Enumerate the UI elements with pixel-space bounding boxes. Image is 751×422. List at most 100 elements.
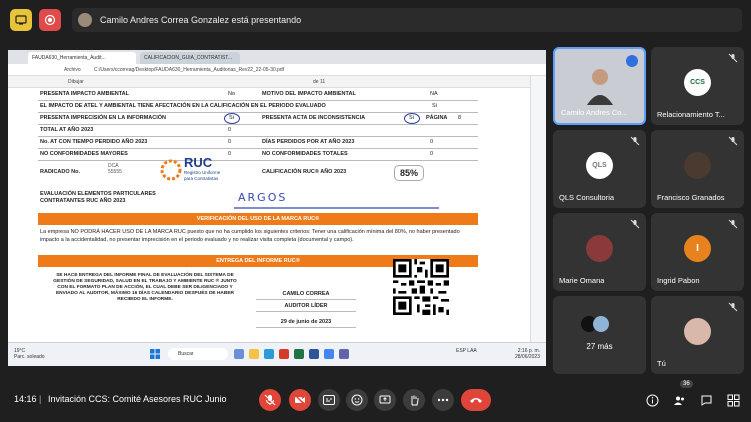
- row-value: No: [228, 91, 236, 97]
- participant-tile[interactable]: QLS QLS Consultoria: [553, 130, 646, 208]
- present-button[interactable]: [374, 389, 396, 411]
- dca-number: 55555: [108, 169, 122, 175]
- mic-off-icon: [630, 136, 640, 146]
- doc-row: PRESENTA IMPACTO AMBIENTAL No MOTIVO DEL…: [38, 89, 478, 101]
- doc-row: EL IMPACTO DE ATEL Y AMBIENTAL TIENE AFE…: [38, 101, 478, 113]
- weather-desc: Parc. soleado: [14, 354, 45, 360]
- signer-role: AUDITOR LÍDER: [256, 301, 356, 312]
- mic-off-icon: [728, 136, 738, 146]
- taskbar-clock[interactable]: 2:16 p. m. 28/06/2023: [515, 348, 540, 360]
- participant-tile[interactable]: Camilo Andres Co...: [553, 47, 646, 125]
- word-icon[interactable]: [309, 349, 319, 359]
- row-label: No. AT CON TIEMPO PERDIDO AÑO 2023: [40, 139, 148, 145]
- participant-name: Ingrid Pabon: [657, 276, 700, 285]
- draw-button[interactable]: Dibujar: [68, 79, 84, 85]
- teams-icon[interactable]: [339, 349, 349, 359]
- more-vertical-icon: [437, 398, 449, 402]
- hang-up-icon: [470, 398, 482, 403]
- reactions-button[interactable]: [346, 389, 368, 411]
- browser-tab-active[interactable]: FAUDA630_Herramienta_Audit...: [28, 52, 136, 64]
- participant-tile[interactable]: CCS Relacionamiento T...: [651, 47, 744, 125]
- participant-name: Francisco Granados: [657, 193, 725, 202]
- meeting-info-button[interactable]: [643, 391, 661, 409]
- address-bar[interactable]: Archivo C:/Users/ccorreag/Desktop/FAUDA6…: [8, 64, 546, 76]
- row-label: PRESENTA IMPACTO AMBIENTAL: [40, 91, 130, 97]
- app-icon[interactable]: [279, 349, 289, 359]
- presenter-text: Camilo Andres Correa Gonzalez está prese…: [100, 15, 302, 25]
- participant-video: [587, 69, 613, 105]
- windows-start-icon[interactable]: [150, 349, 160, 359]
- separator: |: [39, 394, 42, 404]
- more-options-button[interactable]: [432, 389, 454, 411]
- mic-off-icon: [264, 394, 276, 406]
- activities-icon: [727, 394, 739, 406]
- row-value-right: 0: [430, 151, 434, 157]
- page-value: 8: [458, 115, 462, 121]
- ruc-sub2: para Contratistas: [184, 176, 219, 181]
- doc-row: PRESENTA IMPRECISIÓN EN LA INFORMACIÓN S…: [38, 113, 478, 125]
- meeting-controls: 14:16 | Invitación CCS: Comité Asesores …: [0, 378, 751, 422]
- app-icon[interactable]: [234, 349, 244, 359]
- people-icon: [673, 396, 684, 405]
- share-screen-icon[interactable]: [10, 9, 32, 31]
- browser-sidebar: [530, 76, 546, 342]
- record-icon[interactable]: [39, 9, 61, 31]
- excel-icon[interactable]: [294, 349, 304, 359]
- page-label: PÁGINA: [426, 115, 448, 121]
- language-indicator[interactable]: ESP LAA: [456, 348, 477, 354]
- row-label: TOTAL AT AÑO 2023: [40, 127, 94, 133]
- qr-code: [393, 259, 449, 315]
- ruc-logo-text: RUC: [184, 155, 213, 170]
- more-participants-tile[interactable]: 27 más: [553, 296, 646, 374]
- mic-toggle-button[interactable]: [259, 389, 281, 411]
- verif-text: La empresa NO PODRÁ HACER USO DE LA MARC…: [40, 229, 460, 243]
- participant-avatar: [586, 235, 613, 262]
- ruc-sub1: Registro Uniforme: [184, 170, 221, 175]
- participant-tile[interactable]: Francisco Granados: [651, 130, 744, 208]
- row-value-right: 0: [430, 139, 434, 145]
- mic-off-icon: [728, 302, 738, 312]
- leave-call-button[interactable]: [461, 389, 491, 411]
- participant-tile[interactable]: Marie Omana: [553, 213, 646, 291]
- self-tile[interactable]: Tú: [651, 296, 744, 374]
- doc-row: TOTAL AT AÑO 2023 0: [38, 125, 478, 137]
- eval-label: EVALUACIÓN ELEMENTOS PARTICULARES CONTRA…: [40, 191, 156, 204]
- taskbar-search[interactable]: Buscar: [168, 348, 228, 360]
- edge-icon[interactable]: [264, 349, 274, 359]
- ruc-logo: RUC Registro Uniforme para Contratistas: [160, 155, 230, 185]
- row-value-right: Si: [409, 115, 414, 121]
- activities-button[interactable]: [724, 391, 742, 409]
- emoji-icon: [351, 394, 363, 406]
- doc-row: No. AT CON TIEMPO PERDIDO AÑO 2023 0 DÍA…: [38, 137, 478, 149]
- file-path: C:/Users/ccorreag/Desktop/FAUDA630_Herra…: [94, 67, 285, 73]
- row-label: PRESENTA IMPRECISIÓN EN LA INFORMACIÓN: [40, 115, 166, 121]
- mic-off-icon: [728, 219, 738, 229]
- present-screen-icon: [379, 395, 391, 404]
- participant-name: Camilo Andres Co...: [561, 108, 628, 117]
- folder-icon[interactable]: [249, 349, 259, 359]
- chrome-icon[interactable]: [324, 349, 334, 359]
- presenter-banner: Camilo Andres Correa Gonzalez está prese…: [72, 8, 742, 32]
- ruc-emblem-icon: [160, 159, 182, 181]
- chat-button[interactable]: [697, 391, 715, 409]
- row-value: 0: [228, 127, 232, 133]
- row-value: Si: [229, 115, 234, 121]
- camera-toggle-button[interactable]: [289, 389, 311, 411]
- shared-screen: FAUDA630_Herramienta_Audit... CALIFICACI…: [8, 50, 546, 366]
- captions-button[interactable]: [318, 389, 340, 411]
- row-label-right: NO CONFORMIDADES TOTALES: [262, 151, 348, 157]
- row-label-right: DÍAS PERDIDOS POR AT AÑO 2023: [262, 139, 355, 145]
- pdf-document: PRESENTA IMPACTO AMBIENTAL No MOTIVO DEL…: [38, 89, 528, 351]
- verif-header: VERIFICACIÓN DEL USO DE LA MARCA RUC®: [38, 213, 478, 225]
- weather-widget[interactable]: 19°C Parc. soleado: [14, 348, 45, 360]
- browser-tab-inactive[interactable]: CALIFICACION_GUIA_CONTRATIST...: [140, 52, 240, 64]
- page-counter: de 11: [313, 79, 326, 85]
- row-label: NO CONFORMIDADES MAYORES: [40, 151, 128, 157]
- participant-tile[interactable]: I Ingrid Pabon: [651, 213, 744, 291]
- raise-hand-button[interactable]: [403, 389, 425, 411]
- people-button[interactable]: [670, 391, 688, 409]
- eval-handwritten-value: ARGOS: [238, 191, 288, 204]
- participant-logo: QLS: [586, 152, 613, 179]
- file-label: Archivo: [64, 67, 81, 73]
- calif-value: 85%: [394, 165, 424, 181]
